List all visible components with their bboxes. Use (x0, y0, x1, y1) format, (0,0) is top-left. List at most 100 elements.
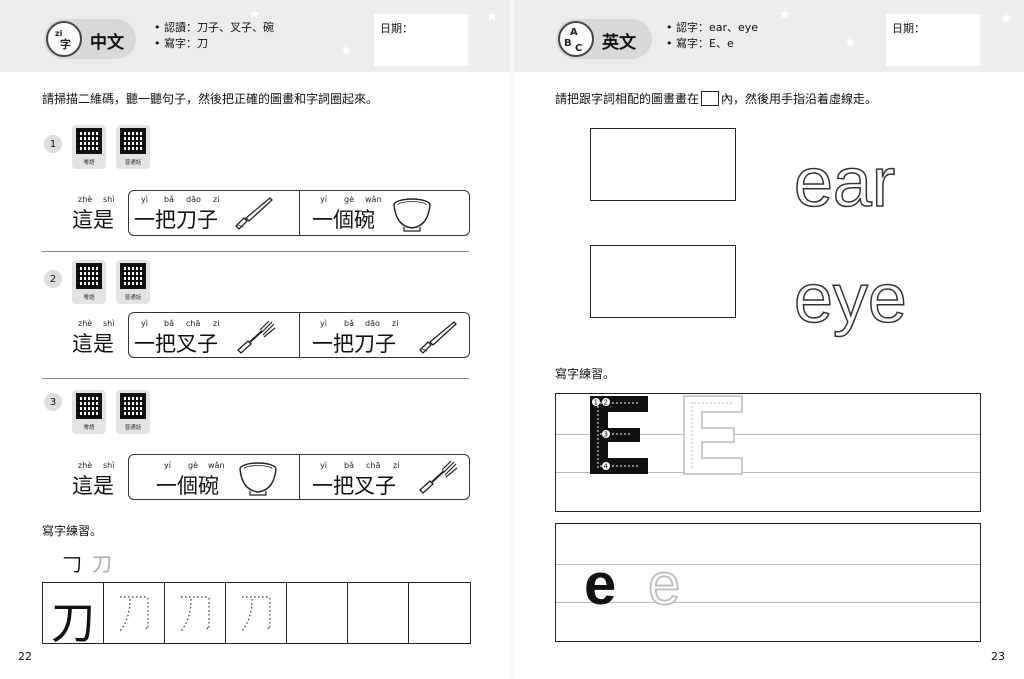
drawing-box-ear[interactable] (590, 128, 736, 201)
grid-cell-empty[interactable] (287, 583, 348, 643)
dotted-character (180, 596, 210, 632)
qr-code-mandarin[interactable]: 普通話 (116, 260, 150, 304)
star-icon: ★ (1000, 11, 1013, 27)
uppercase-e-model: 1 2 3 4 (590, 395, 743, 475)
star-icon: ★ (778, 7, 791, 23)
pinyin: bǎ (344, 461, 354, 470)
pinyin: zi (213, 319, 220, 328)
pinyin: wǎn (208, 461, 225, 470)
pinyin: dāo (365, 319, 380, 328)
qr-code-mandarin[interactable]: 普通話 (116, 125, 150, 169)
model-lowercase-e: e (584, 558, 616, 608)
pinyin: bǎ (164, 195, 174, 204)
pinyin: yí (164, 461, 171, 470)
date-field[interactable]: 日期： (374, 14, 468, 66)
trace-word-eye[interactable]: eye (790, 262, 960, 342)
abc-badge-icon: A B C (558, 21, 594, 57)
pinyin: chā (186, 319, 201, 328)
svg-text:A: A (570, 27, 578, 38)
instruction-part: 請把跟字詞相配的圖畫畫在 (555, 92, 700, 106)
knife-icon[interactable] (418, 320, 460, 358)
bowl-icon[interactable] (238, 460, 280, 498)
bullet-item: 寫字：E、e (666, 36, 758, 52)
divider-line (42, 251, 469, 252)
pinyin: shì (103, 461, 115, 470)
stroke-number: 2 (604, 399, 608, 407)
pinyin: dāo (186, 195, 201, 204)
right-instruction: 請把跟字詞相配的圖畫畫在 內，然後用手指沿着虛線走。 (555, 90, 877, 107)
bullet-item: 寫字：刀 (154, 36, 274, 52)
svg-text:B: B (564, 38, 572, 49)
qr-caption: 粵語 (83, 425, 95, 431)
option-text[interactable]: 一把叉子 (312, 470, 396, 500)
pinyin: gè (188, 461, 198, 470)
svg-text:字: 字 (60, 37, 71, 51)
pinyin: yì (141, 195, 148, 204)
option-text[interactable]: 一把刀子 (134, 204, 218, 234)
question-number: 2 (44, 270, 62, 288)
prefix-text: 這是 (72, 208, 114, 232)
trace-word-ear[interactable]: ear (790, 146, 950, 216)
qr-caption: 普通話 (124, 295, 142, 301)
star-icon: ★ (340, 43, 353, 59)
grid-cell-trace[interactable] (226, 583, 287, 643)
qr-code-icon (120, 263, 146, 289)
qr-code-mandarin[interactable]: 普通話 (116, 390, 150, 434)
stroke-number: 4 (604, 463, 609, 471)
pinyin: wǎn (365, 195, 382, 204)
pinyin: bǎ (164, 319, 174, 328)
qr-code-icon (76, 263, 102, 289)
qr-code-cantonese[interactable]: 粵語 (72, 125, 106, 169)
stroke-order-step: 刀 (92, 552, 112, 576)
grid-cell-empty[interactable] (409, 583, 470, 643)
right-bullets: 認字：ear、eye 寫字：E、e (666, 20, 758, 52)
dotted-character (119, 596, 149, 632)
subject-title: 中文 (90, 33, 124, 53)
grid-cell-trace[interactable] (165, 583, 226, 643)
option-text[interactable]: 一個碗 (156, 470, 219, 500)
date-field[interactable]: 日期： (886, 14, 980, 66)
writing-label: 寫字練習。 (555, 367, 616, 381)
grid-cell-empty[interactable] (348, 583, 409, 643)
pinyin: zhè (78, 461, 93, 470)
bowl-icon[interactable] (392, 196, 434, 234)
qr-caption: 粵語 (83, 295, 95, 301)
left-instruction: 請掃描二維碼，聽一聽句子，然後把正確的圖畫和字詞圈起來。 (42, 92, 379, 106)
pinyin: shì (103, 195, 115, 204)
qr-code-icon (76, 393, 102, 419)
qr-caption: 普通話 (124, 160, 142, 166)
character-grid[interactable]: 刀 (42, 582, 471, 649)
zi-badge-icon: zi 字 (46, 21, 82, 57)
option-text[interactable]: 一把刀子 (312, 328, 396, 358)
knife-icon[interactable] (234, 196, 276, 234)
book-spine (510, 0, 514, 679)
qr-code-cantonese[interactable]: 粵語 (72, 260, 106, 304)
qr-caption: 普通話 (124, 425, 142, 431)
option-text[interactable]: 一把叉子 (134, 328, 218, 358)
stroke-number: 3 (604, 431, 608, 439)
qr-code-icon (120, 128, 146, 154)
subject-title: 英文 (602, 33, 636, 53)
lowercase-e-model: e e (584, 558, 681, 608)
date-label: 日期： (892, 22, 925, 35)
pinyin: zhè (78, 319, 93, 328)
pinyin: yì (320, 319, 327, 328)
star-icon: ★ (844, 35, 857, 51)
left-bullets: 認讀：刀子、叉子、碗 寫字：刀 (154, 20, 274, 52)
subject-pill-chinese: zi 字 中文 (44, 19, 136, 59)
grid-cell-trace[interactable] (104, 583, 165, 643)
pinyin: chā (366, 461, 381, 470)
word-ear-outline: ear (794, 146, 895, 216)
star-icon: ★ (486, 9, 499, 25)
prefix-text: 這是 (72, 332, 114, 356)
drawing-box-eye[interactable] (590, 245, 736, 318)
option-text[interactable]: 一個碗 (312, 204, 375, 234)
svg-text:C: C (575, 43, 582, 54)
pinyin: yì (320, 461, 327, 470)
fork-icon[interactable] (418, 460, 460, 498)
pinyin: yí (320, 195, 327, 204)
qr-code-cantonese[interactable]: 粵語 (72, 390, 106, 434)
model-character: 刀 (51, 598, 95, 649)
fork-icon[interactable] (236, 320, 278, 358)
stroke-order-step: 𠃌 (62, 552, 82, 576)
